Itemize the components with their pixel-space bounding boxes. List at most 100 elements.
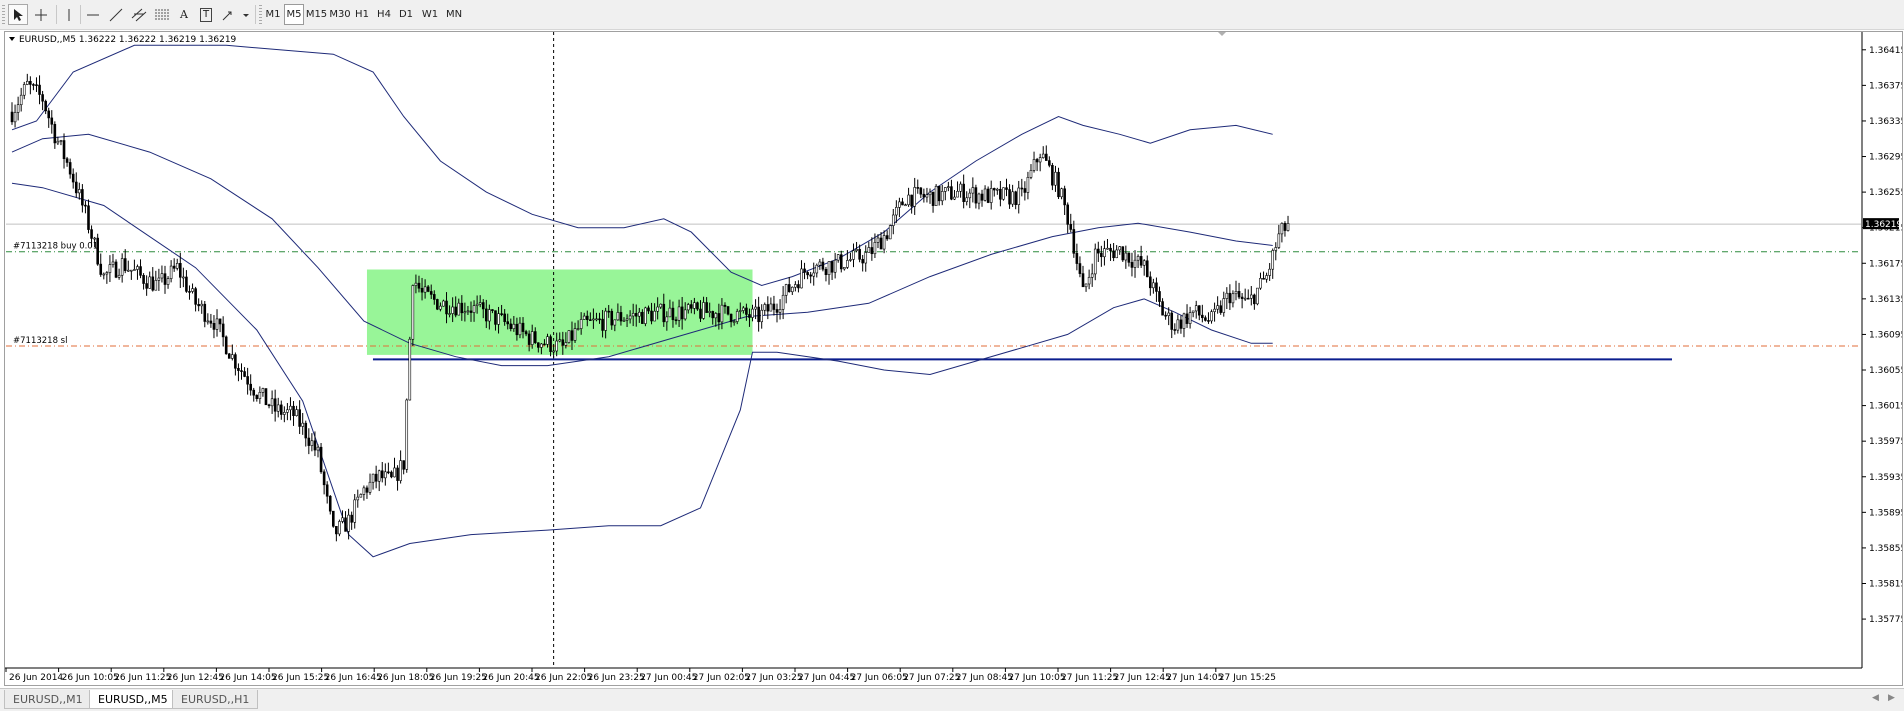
candle-body <box>270 398 274 407</box>
candle-body <box>1161 301 1164 316</box>
price-chart[interactable]: #7113218 buy 0.01 #7113218 sl EURUSD,,M5 1… <box>5 32 1902 685</box>
price-tick-label: 1.35775 <box>1869 615 1902 625</box>
price-tick-label: 1.36015 <box>1869 402 1902 412</box>
price-tick-label: 1.35895 <box>1869 508 1902 518</box>
candle-body <box>641 311 644 324</box>
candle-body <box>1271 250 1275 270</box>
candle-body <box>1054 171 1057 186</box>
candle-body <box>203 303 207 322</box>
candle-body <box>992 188 996 191</box>
candle-body <box>1240 296 1244 299</box>
time-tick-label: 27 Jun 15:25 <box>1219 673 1276 683</box>
candle-body <box>934 185 938 206</box>
candle-body <box>417 282 421 289</box>
timeframe-m5[interactable]: M5 <box>284 4 304 25</box>
text-label-tool-button[interactable]: T <box>196 4 216 25</box>
candle-body <box>47 110 51 119</box>
candle-body <box>582 315 586 320</box>
time-tick-label: 27 Jun 11:25 <box>1061 673 1118 683</box>
timeframe-h1[interactable]: H1 <box>352 4 372 25</box>
chart-window[interactable]: #7113218 buy 0.01 #7113218 sl EURUSD,,M5 1… <box>4 31 1903 686</box>
horizontal-line-tool-button[interactable] <box>83 4 103 25</box>
toolbar-grip[interactable] <box>2 5 5 24</box>
candle-body <box>947 186 950 188</box>
candle-body <box>1020 187 1024 190</box>
candle-body <box>1167 312 1170 316</box>
candle-body <box>999 188 1002 200</box>
candle-body <box>362 487 366 495</box>
candle-body <box>1118 246 1122 251</box>
tab-scroll-right-icon[interactable]: ▶ <box>1888 693 1895 703</box>
chart-tab-0[interactable]: EURUSD,,M1 <box>4 690 92 709</box>
tab-scroll-left-icon[interactable]: ◀ <box>1872 693 1879 703</box>
candle-body <box>742 307 745 311</box>
timeframe-m30[interactable]: M30 <box>329 4 351 25</box>
timeframe-m1[interactable]: M1 <box>263 4 283 25</box>
candle-body <box>209 320 213 324</box>
candle-body <box>1259 278 1262 289</box>
candle-body <box>307 437 311 446</box>
candle-body <box>481 302 485 310</box>
candle-body <box>29 81 32 85</box>
arrows-dropdown-icon <box>222 11 249 20</box>
candle-body <box>1133 259 1137 268</box>
candle-body <box>1069 224 1073 230</box>
candle-body <box>1017 187 1021 205</box>
candle-body <box>387 471 390 474</box>
candle-body <box>772 303 776 310</box>
candle-body <box>231 354 234 359</box>
candle-body <box>240 370 243 372</box>
vertical-line-tool-button[interactable] <box>60 4 78 25</box>
candle-body <box>784 284 788 296</box>
equidistant-channel-tool-button[interactable] <box>128 4 150 25</box>
timeframe-mn[interactable]: MN <box>443 4 465 25</box>
candle-body <box>267 404 271 407</box>
candle-body <box>821 261 825 270</box>
candle-body <box>1225 292 1229 299</box>
crosshair-tool-button[interactable] <box>31 4 51 25</box>
trendline-tool-button[interactable] <box>106 4 126 25</box>
candle-body <box>907 194 910 206</box>
candle-body <box>1158 291 1161 302</box>
candle-body <box>65 158 69 163</box>
candle-body <box>197 304 200 307</box>
candle-body <box>182 276 185 279</box>
candle-body <box>442 300 445 307</box>
timeframe-m15[interactable]: M15 <box>305 4 328 25</box>
candle-body <box>1032 159 1036 171</box>
candle-body <box>579 319 583 329</box>
candle-body <box>102 273 106 276</box>
candle-body <box>169 265 173 279</box>
candle-body <box>160 273 164 279</box>
candle-body <box>292 405 295 417</box>
fibonacci-tool-button[interactable] <box>152 4 172 25</box>
candle-body <box>968 192 972 199</box>
chart-tab-2[interactable]: EURUSD,,H1 <box>172 690 259 709</box>
candle-body <box>368 481 372 493</box>
candle-body <box>1038 157 1042 163</box>
candle-body <box>552 350 555 353</box>
candle-body <box>206 320 210 323</box>
candle-body <box>1124 252 1128 261</box>
candle-body <box>686 304 690 311</box>
candle-body <box>846 260 849 268</box>
cursor-tool-button[interactable] <box>8 4 28 25</box>
timeframe-h4[interactable]: H4 <box>374 4 394 25</box>
candle-body <box>491 309 494 311</box>
chart-tab-1[interactable]: EURUSD,,M5 <box>89 690 177 709</box>
candle-body <box>22 84 26 96</box>
candle-body <box>136 266 139 270</box>
candle-body <box>745 307 748 315</box>
arrows-tool-button[interactable] <box>219 4 251 25</box>
candle-body <box>44 100 47 112</box>
candle-body <box>561 339 565 346</box>
candle-body <box>533 331 537 344</box>
timeframe-d1[interactable]: D1 <box>396 4 416 25</box>
timeframe-w1[interactable]: W1 <box>419 4 441 25</box>
text-tool-button[interactable]: A <box>175 4 193 25</box>
candle-body <box>720 304 724 323</box>
candle-body <box>1207 320 1210 322</box>
candle-body <box>1197 305 1201 316</box>
price-tick-label: 1.36255 <box>1869 188 1902 198</box>
candle-body <box>1231 293 1235 304</box>
